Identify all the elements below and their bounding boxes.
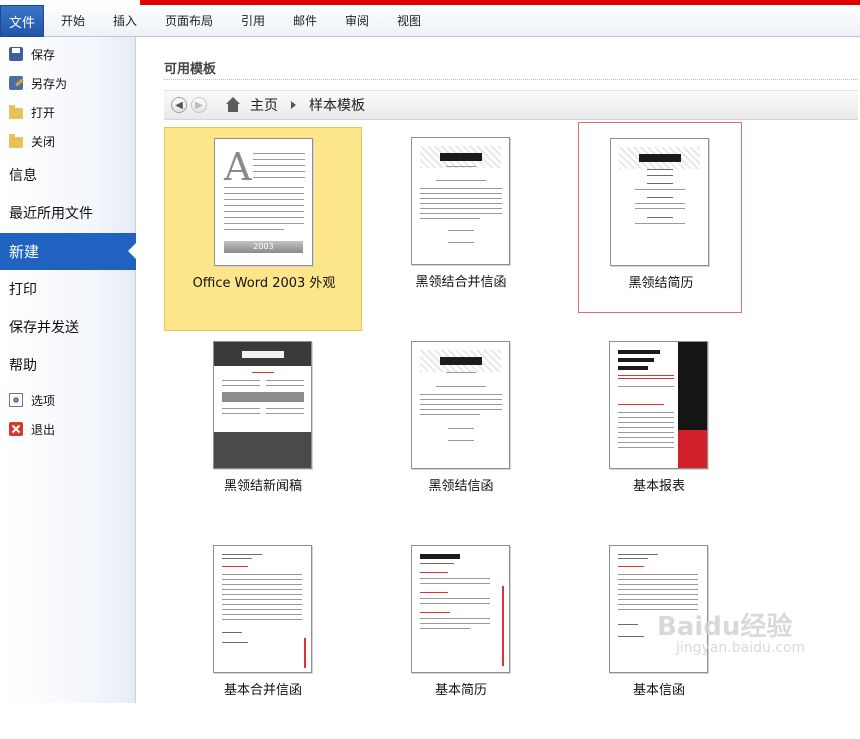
template-office-word-2003[interactable]: A 2003 Office Word 2003 外观 bbox=[164, 127, 362, 331]
save-command[interactable]: 保存 bbox=[9, 43, 55, 65]
available-templates-panel: 可用模板 ◀ ▶ 主页 样本模板 A 2003 Office Word 2003 bbox=[137, 37, 860, 703]
back-button[interactable]: ◀ bbox=[171, 97, 187, 113]
breadcrumb-separator-icon bbox=[291, 101, 296, 109]
nav-info[interactable]: 信息 bbox=[9, 162, 37, 188]
backstage-sidebar: 保存 另存为 打开 关闭 信息 最近所用文件 新建 打印 保存并发送 帮助 选项… bbox=[0, 37, 137, 703]
template-basic-merge-letter[interactable]: 基本合并信函 bbox=[164, 535, 362, 739]
open-command[interactable]: 打开 bbox=[9, 101, 55, 123]
template-label: 黑领结合并信函 bbox=[415, 275, 507, 290]
tab-page-layout[interactable]: 页面布局 bbox=[165, 12, 213, 29]
tab-insert[interactable]: 插入 bbox=[113, 12, 137, 29]
save-as-icon bbox=[9, 76, 23, 90]
save-as-label: 另存为 bbox=[31, 76, 68, 91]
template-label: 黑领结信函 bbox=[428, 479, 494, 494]
template-label: 基本信函 bbox=[632, 683, 685, 698]
template-thumbnail bbox=[610, 138, 709, 266]
open-folder-icon bbox=[9, 105, 23, 119]
options-icon bbox=[9, 393, 23, 407]
tab-references[interactable]: 引用 bbox=[241, 12, 265, 29]
close-folder-icon bbox=[9, 134, 23, 148]
letter-a-graphic: A bbox=[224, 145, 252, 189]
template-thumbnail bbox=[411, 341, 510, 469]
exit-command[interactable]: 退出 bbox=[9, 418, 55, 440]
template-thumbnail bbox=[213, 341, 312, 469]
nav-new-label: 新建 bbox=[9, 243, 40, 261]
template-thumbnail bbox=[411, 545, 510, 673]
nav-save-send[interactable]: 保存并发送 bbox=[9, 314, 79, 340]
open-label: 打开 bbox=[31, 105, 56, 120]
tab-mailings[interactable]: 邮件 bbox=[293, 12, 317, 29]
year-band: 2003 bbox=[224, 241, 303, 253]
nav-new[interactable]: 新建 bbox=[0, 233, 137, 270]
exit-icon bbox=[9, 422, 23, 436]
tab-review[interactable]: 审阅 bbox=[345, 12, 369, 29]
tab-home[interactable]: 开始 bbox=[61, 12, 85, 29]
template-thumbnail bbox=[213, 545, 312, 673]
options-command[interactable]: 选项 bbox=[9, 389, 55, 411]
tab-view[interactable]: 视图 bbox=[397, 12, 421, 29]
template-thumbnail bbox=[411, 137, 510, 265]
template-label: Office Word 2003 外观 bbox=[192, 276, 336, 291]
template-thumbnail bbox=[609, 341, 708, 469]
baidu-watermark-url: jingyan.baidu.com bbox=[676, 640, 806, 656]
template-basic-report[interactable]: 基本报表 bbox=[560, 331, 758, 535]
nav-print[interactable]: 打印 bbox=[9, 276, 37, 302]
save-as-command[interactable]: 另存为 bbox=[9, 72, 67, 94]
baidu-watermark: Baidu经验 bbox=[657, 612, 793, 642]
template-label: 基本合并信函 bbox=[223, 683, 302, 698]
template-basic-resume[interactable]: 基本简历 bbox=[362, 535, 560, 739]
close-command[interactable]: 关闭 bbox=[9, 130, 55, 152]
template-label: 基本简历 bbox=[434, 683, 487, 698]
template-black-tie-letter[interactable]: 黑领结信函 bbox=[362, 331, 560, 535]
save-icon bbox=[9, 47, 23, 61]
template-black-tie-newsletter[interactable]: 黑领结新闻稿 bbox=[164, 331, 362, 535]
breadcrumb-current: 样本模板 bbox=[309, 98, 365, 114]
close-label: 关闭 bbox=[31, 134, 56, 149]
home-icon[interactable] bbox=[225, 97, 241, 113]
template-black-tie-merge-letter[interactable]: 黑领结合并信函 bbox=[362, 127, 560, 331]
template-label: 黑领结简历 bbox=[628, 276, 694, 291]
ribbon-tab-bar: 文件 开始 插入 页面布局 引用 邮件 审阅 视图 bbox=[0, 0, 860, 37]
nav-recent[interactable]: 最近所用文件 bbox=[9, 200, 93, 226]
breadcrumb-home[interactable]: 主页 bbox=[250, 95, 278, 115]
forward-button[interactable]: ▶ bbox=[191, 97, 207, 113]
nav-help[interactable]: 帮助 bbox=[9, 352, 37, 378]
tab-file[interactable]: 文件 bbox=[0, 5, 44, 37]
breadcrumb: ◀ ▶ 主页 样本模板 bbox=[164, 90, 858, 120]
template-thumbnail: A 2003 bbox=[214, 138, 313, 266]
template-black-tie-resume[interactable]: 黑领结简历 bbox=[578, 122, 742, 313]
window-title-accent bbox=[140, 0, 860, 5]
template-label: 基本报表 bbox=[632, 479, 685, 494]
section-divider bbox=[164, 79, 858, 80]
options-label: 选项 bbox=[31, 393, 56, 408]
selection-notch bbox=[128, 242, 137, 260]
section-title: 可用模板 bbox=[164, 62, 217, 77]
exit-label: 退出 bbox=[31, 422, 56, 437]
template-label: 黑领结新闻稿 bbox=[223, 479, 302, 494]
save-label: 保存 bbox=[31, 47, 56, 62]
